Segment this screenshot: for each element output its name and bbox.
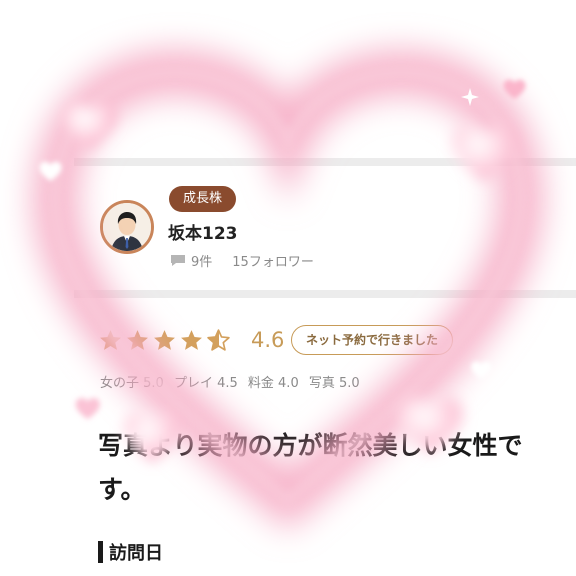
person-icon: [103, 203, 151, 251]
divider-band-top: [74, 158, 576, 166]
username[interactable]: 坂本123: [168, 219, 238, 244]
subscore-price: 料金 4.0: [247, 376, 299, 391]
heart-frame-overlay: [32, 49, 544, 531]
avatar[interactable]: [100, 200, 154, 254]
star-rating: [98, 328, 231, 353]
subscore-girl: 女の子 5.0: [100, 376, 164, 391]
booking-badge: ネット予約で行きました: [291, 325, 454, 355]
visit-date-heading: 訪問日: [98, 539, 163, 565]
review-title: 写真より実物の方が断然美しい女性で: [98, 431, 523, 460]
star-full-icon: [100, 330, 121, 350]
heading-bar: [98, 541, 103, 563]
star-full-icon: [154, 330, 175, 350]
small-hearts: [39, 79, 526, 463]
profile-meta: 9件 15フォロワー: [170, 251, 314, 270]
review-title-cont: す。: [98, 475, 146, 504]
subscore-play: プレイ 4.5: [173, 376, 238, 391]
rating-value: 4.6: [251, 328, 285, 352]
follower-count[interactable]: 15フォロワー: [232, 251, 314, 270]
subscore-photo: 写真 5.0: [308, 376, 360, 391]
sub-scores: 女の子 5.0 プレイ 4.5 料金 4.0 写真 5.0: [100, 372, 366, 391]
user-rank-badge: 成長株: [169, 186, 237, 212]
star-full-icon: [127, 330, 148, 350]
visit-date-label: 訪問日: [109, 543, 163, 564]
post-count: 9件: [191, 255, 213, 270]
comment-icon: [171, 255, 185, 266]
divider-band-bottom: [74, 290, 576, 298]
star-half-icon: [207, 329, 230, 351]
star-full-icon: [181, 330, 202, 350]
